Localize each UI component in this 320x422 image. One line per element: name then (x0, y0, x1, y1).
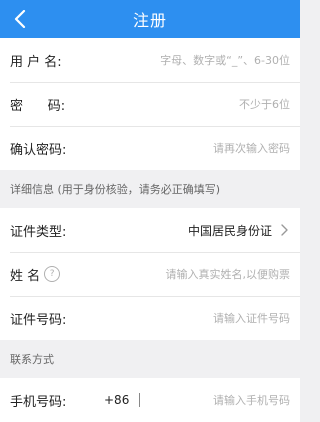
phone-divider (139, 393, 141, 407)
confirm-password-row: 确认密码: (0, 126, 300, 170)
confirm-password-input[interactable] (74, 141, 290, 155)
username-label: 用 户 名: (10, 54, 62, 70)
app-header: 注册 (0, 0, 300, 38)
question-circle-icon[interactable]: ? (44, 266, 61, 282)
real-name-input[interactable] (74, 267, 290, 281)
phone-row: 手机号码: +86 (0, 378, 300, 422)
name-row: 姓 名? (0, 252, 300, 296)
page-title: 注册 (132, 11, 167, 30)
chevron-left-icon (14, 10, 26, 28)
password-input[interactable] (74, 97, 290, 111)
back-button[interactable] (8, 7, 32, 31)
username-input[interactable] (74, 53, 290, 67)
phone-input[interactable] (150, 393, 290, 407)
contact-group: 手机号码: +86 (0, 378, 300, 422)
id-type-row[interactable]: 证件类型: 中国居民身份证 (0, 208, 300, 252)
chevron-right-icon (278, 224, 290, 236)
name-label: 姓 名 (10, 268, 41, 284)
phone-label: 手机号码: (10, 394, 67, 410)
details-section-title: 详细信息 (用于身份核验，请务必正确填写) (0, 170, 300, 208)
details-group: 证件类型: 中国居民身份证 姓 名? 证件号码: (0, 208, 300, 340)
id-number-label: 证件号码: (10, 312, 67, 328)
id-type-label: 证件类型: (10, 224, 67, 240)
id-number-input[interactable] (74, 311, 290, 325)
country-code[interactable]: +86 (104, 393, 129, 407)
account-group: 用 户 名: 密 码: 确认密码: (0, 38, 300, 170)
password-row: 密 码: (0, 82, 300, 126)
confirm-password-label: 确认密码: (10, 142, 67, 158)
id-type-value: 中国居民身份证 (187, 223, 272, 238)
username-row: 用 户 名: (0, 38, 300, 82)
name-label-wrap: 姓 名? (10, 265, 74, 284)
password-label: 密 码: (10, 98, 66, 114)
id-number-row: 证件号码: (0, 296, 300, 340)
contact-section-title: 联系方式 (0, 340, 300, 378)
